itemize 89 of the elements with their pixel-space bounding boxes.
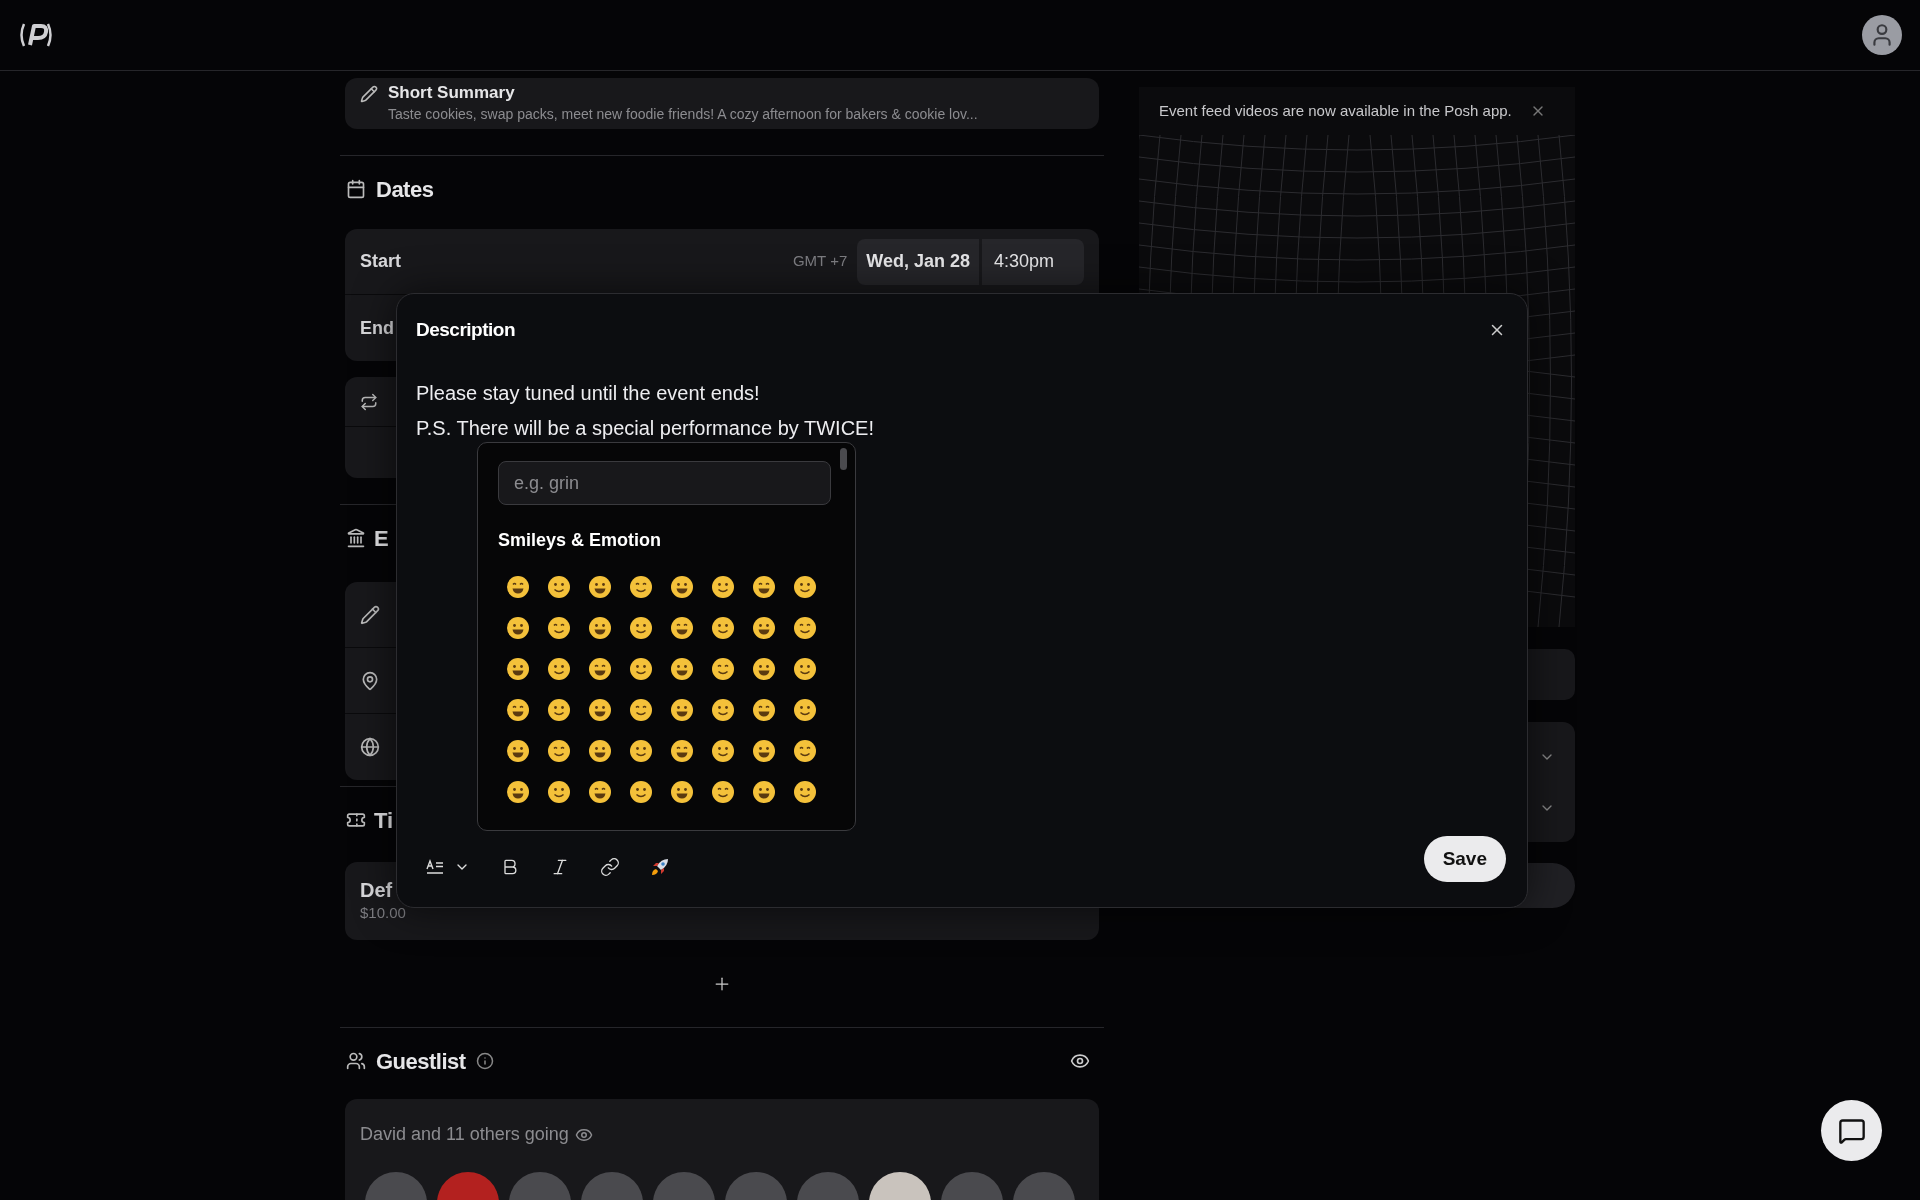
smiley-icon[interactable] xyxy=(670,698,694,722)
ticket-price: $10.00 xyxy=(360,902,407,923)
timezone-text: GMT +7 xyxy=(792,251,848,272)
smiley-icon[interactable] xyxy=(547,698,571,722)
smiley-icon[interactable] xyxy=(629,698,653,722)
globe-icon xyxy=(360,737,380,757)
section-title: Guestlist xyxy=(376,1047,466,1076)
smiley-icon[interactable] xyxy=(629,616,653,640)
summary-card[interactable]: Short Summary Taste cookies, swap packs, meet new foodie friends! A cozy afternoon for bakers & cookie lov... xyxy=(345,78,1099,129)
smiley-icon[interactable] xyxy=(629,739,653,763)
smiley-icon[interactable] xyxy=(506,657,530,681)
ticket-icon xyxy=(346,810,366,830)
smiley-icon[interactable] xyxy=(588,698,612,722)
smiley-icon[interactable] xyxy=(588,616,612,640)
pencil-icon xyxy=(360,604,380,625)
link-icon[interactable] xyxy=(600,857,620,877)
smiley-icon[interactable] xyxy=(711,575,735,599)
smiley-icon[interactable] xyxy=(547,657,571,681)
smiley-icon[interactable] xyxy=(629,780,653,804)
smiley-icon[interactable] xyxy=(793,575,817,599)
description-text[interactable]: P.S. There will be a special performance by TWICE! xyxy=(416,415,1508,441)
smiley-icon[interactable] xyxy=(793,698,817,722)
smiley-icon[interactable] xyxy=(711,698,735,722)
smiley-icon[interactable] xyxy=(670,616,694,640)
users-icon xyxy=(346,1051,366,1071)
smiley-icon[interactable] xyxy=(588,657,612,681)
summary-text: Taste cookies, swap packs, meet new foodie friends! A cozy afternoon for bakers & cookie lov... xyxy=(388,105,978,124)
location-pin-icon xyxy=(360,670,380,691)
section-title: Ti xyxy=(374,806,394,835)
guestlist-summary: David and 11 others going xyxy=(360,1123,569,1146)
smiley-icon[interactable] xyxy=(752,698,776,722)
eye-icon[interactable] xyxy=(1070,1051,1090,1071)
smiley-icon[interactable] xyxy=(506,698,530,722)
emoji-category: Smileys & Emotion xyxy=(498,529,662,552)
smiley-icon[interactable] xyxy=(793,616,817,640)
smiley-icon[interactable] xyxy=(670,780,694,804)
modal-title: Description xyxy=(416,318,516,342)
scrollbar-thumb[interactable] xyxy=(840,448,847,470)
smiley-icon[interactable] xyxy=(547,739,571,763)
smiley-icon[interactable] xyxy=(588,575,612,599)
smiley-icon[interactable] xyxy=(752,739,776,763)
smiley-icon[interactable] xyxy=(588,739,612,763)
emoji-search-field[interactable]: e.g. grin xyxy=(498,461,831,505)
pencil-icon xyxy=(360,85,378,103)
smiley-icon[interactable] xyxy=(752,780,776,804)
section-title: Dates xyxy=(376,175,434,204)
date-label: Start xyxy=(360,250,401,273)
smiley-icon[interactable] xyxy=(506,616,530,640)
logo-icon[interactable] xyxy=(18,21,54,49)
smiley-icon[interactable] xyxy=(793,780,817,804)
text-format-icon[interactable] xyxy=(426,859,444,875)
smiley-icon[interactable] xyxy=(506,575,530,599)
smiley-icon[interactable] xyxy=(547,616,571,640)
section-title: E xyxy=(374,524,389,553)
venue-icon xyxy=(346,528,366,548)
ticket-name: Def xyxy=(360,877,394,902)
smiley-icon[interactable] xyxy=(711,780,735,804)
chat-button[interactable] xyxy=(1821,1100,1882,1161)
summary-label: Short Summary xyxy=(388,82,516,104)
repeat-icon xyxy=(360,392,378,411)
date-button[interactable]: Wed, Jan 28 xyxy=(857,238,979,285)
smiley-icon[interactable] xyxy=(670,739,694,763)
smiley-icon[interactable] xyxy=(752,575,776,599)
save-button[interactable]: Save xyxy=(1423,836,1506,882)
time-button[interactable]: 4:30pm xyxy=(982,238,1084,285)
smiley-icon[interactable] xyxy=(670,575,694,599)
smiley-icon[interactable] xyxy=(629,575,653,599)
description-text[interactable]: Please stay tuned until the event ends! xyxy=(416,380,1508,406)
info-icon[interactable] xyxy=(475,1052,494,1070)
profile-avatar[interactable] xyxy=(1862,15,1902,55)
smiley-icon[interactable] xyxy=(711,739,735,763)
smiley-icon[interactable] xyxy=(752,657,776,681)
smiley-icon[interactable] xyxy=(547,575,571,599)
smiley-icon[interactable] xyxy=(752,616,776,640)
smiley-icon[interactable] xyxy=(506,739,530,763)
smiley-icon[interactable] xyxy=(793,739,817,763)
rocket-icon[interactable] xyxy=(650,857,670,877)
chat-icon xyxy=(1837,1116,1866,1145)
date-label: End xyxy=(360,316,394,340)
smiley-icon[interactable] xyxy=(588,780,612,804)
smiley-icon[interactable] xyxy=(670,657,694,681)
smiley-icon[interactable] xyxy=(547,780,571,804)
smiley-icon[interactable] xyxy=(711,657,735,681)
notice-text: Event feed videos are now available in the Posh app. xyxy=(1159,100,1512,121)
smiley-icon[interactable] xyxy=(506,780,530,804)
smiley-icon[interactable] xyxy=(629,657,653,681)
smiley-icon[interactable] xyxy=(793,657,817,681)
calendar-icon xyxy=(346,179,366,199)
smiley-icon[interactable] xyxy=(711,616,735,640)
